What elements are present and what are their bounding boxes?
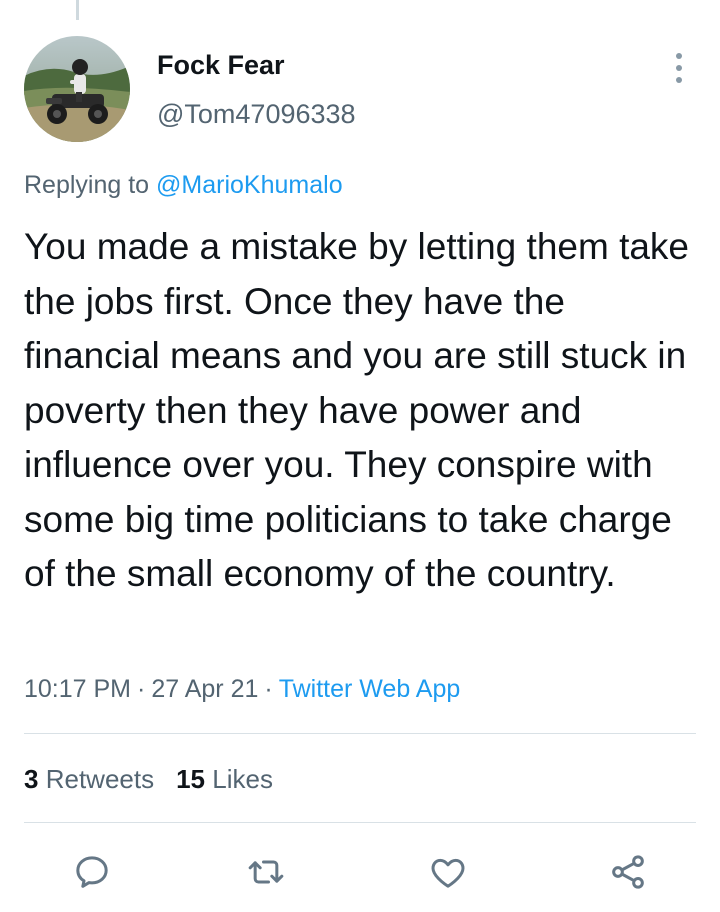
like-icon (431, 858, 465, 888)
retweets-count: 3 (24, 764, 39, 794)
likes-label: Likes (212, 764, 273, 794)
avatar-photo-icon (24, 36, 130, 142)
reply-context: Replying to @MarioKhumalo (24, 171, 343, 200)
divider (24, 822, 696, 823)
more-vertical-icon-dot (676, 65, 682, 71)
tweet-date[interactable]: 27 Apr 21 (151, 675, 258, 703)
reply-icon (76, 856, 108, 888)
tweet-time[interactable]: 10:17 PM (24, 675, 131, 703)
likes-stat[interactable]: 15 Likes (176, 764, 273, 794)
meta-separator: · (264, 675, 273, 703)
more-vertical-icon-dot (676, 77, 682, 83)
tweet-text: You made a mistake by letting them take … (24, 226, 690, 594)
likes-count: 15 (176, 764, 206, 794)
retweet-button[interactable] (244, 850, 288, 894)
thread-connector-line (76, 0, 79, 20)
more-options-button[interactable] (664, 48, 694, 88)
meta-separator: · (137, 675, 146, 703)
author-handle[interactable]: @Tom47096338 (157, 99, 356, 130)
replying-to-label: Replying to (24, 171, 150, 199)
retweet-icon (248, 860, 284, 884)
tweet-stats: 3 Retweets 15 Likes (24, 764, 273, 795)
replying-to-mention-link[interactable]: @MarioKhumalo (156, 171, 343, 199)
divider (24, 733, 696, 734)
share-button[interactable] (606, 850, 650, 894)
author-display-name[interactable]: Fock Fear (157, 50, 285, 81)
like-button[interactable] (426, 850, 470, 894)
retweets-label: Retweets (45, 764, 155, 794)
avatar[interactable] (24, 36, 130, 142)
tweet-source-link[interactable]: Twitter Web App (279, 675, 461, 703)
reply-button[interactable] (70, 850, 114, 894)
tweet-detail: Fock Fear @Tom47096338 Replying to @Mari… (0, 0, 720, 912)
share-icon (612, 855, 644, 889)
tweet-meta: 10:17 PM · 27 Apr 21 · Twitter Web App (24, 675, 460, 704)
retweets-stat[interactable]: 3 Retweets (24, 764, 154, 794)
more-vertical-icon (676, 53, 682, 59)
